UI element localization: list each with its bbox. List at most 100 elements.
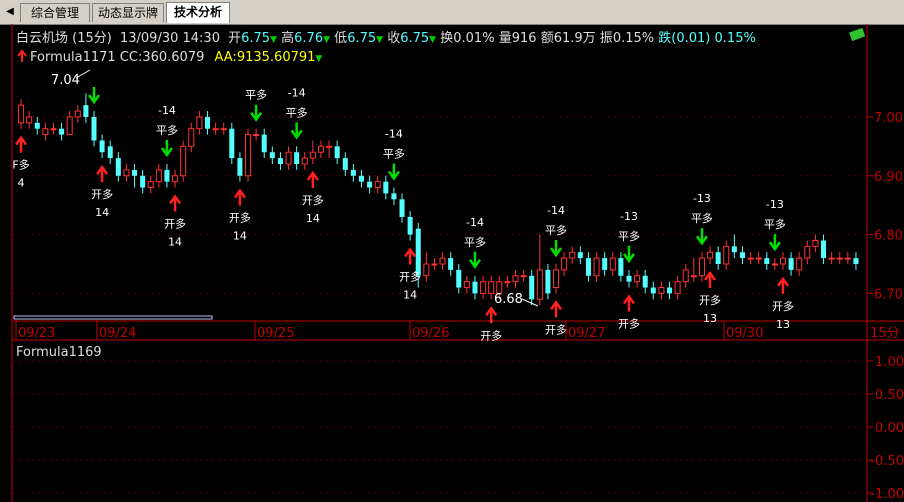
candle [609, 252, 616, 276]
candle [779, 252, 787, 270]
candle [674, 275, 681, 300]
date-label: 09/25 [257, 326, 294, 341]
datetime: 13/09/30 14:30 [120, 31, 220, 46]
candle [155, 164, 162, 188]
candle [196, 111, 203, 135]
candle [147, 175, 154, 194]
cc-label: CC: [120, 50, 143, 65]
buy-signal-label: 开多 [229, 211, 251, 225]
sell-signal [87, 87, 101, 105]
buy-signal: 开多 [480, 306, 502, 342]
buy-signal-label: 开多 [699, 293, 721, 307]
candle [301, 152, 308, 170]
candle [220, 122, 227, 135]
volume-label: 量 [499, 31, 512, 46]
buy-signal-label: 开多 [772, 299, 794, 313]
date-label: 09/24 [99, 326, 136, 341]
candle [488, 275, 495, 300]
low-label: 低 [334, 31, 347, 46]
lower-formula-name: Formula1169 [16, 345, 102, 360]
buy-signal: 开多 [618, 294, 640, 331]
tab-overview[interactable]: 综合管理 [20, 3, 90, 22]
lower-axis-label: -0.50 [870, 454, 904, 469]
candle [788, 252, 794, 276]
candle [456, 264, 462, 294]
candle [812, 234, 819, 253]
candle [529, 269, 535, 306]
sell-signal-value: -13 [766, 198, 784, 211]
buy-signal: 开多 13 [772, 276, 794, 331]
candle [771, 258, 778, 270]
candle [383, 175, 389, 200]
sell-arrow-icon [768, 234, 781, 252]
candle [74, 105, 81, 123]
sell-signal-value: -14 [466, 216, 484, 229]
sell-arrow-icon [695, 228, 708, 246]
candle [391, 187, 397, 206]
date-label: 09/26 [412, 326, 449, 341]
candle [277, 152, 283, 170]
candle [545, 264, 551, 300]
change-label: 跌 [658, 30, 671, 46]
candle [536, 234, 543, 306]
candle [212, 122, 219, 135]
open-value: 6.75 [241, 31, 270, 46]
tab-dynamic-board[interactable]: 动态显示牌 [92, 3, 164, 22]
sell-signal-label: 平多 [464, 235, 486, 249]
candle [764, 252, 770, 270]
candle [423, 252, 430, 282]
sell-signal-value: -14 [547, 204, 565, 217]
buy-signal-value: 4 [18, 177, 25, 190]
candle [682, 264, 689, 288]
sell-signal-label: 平多 [691, 211, 713, 225]
price-tick-label: 6.90 [874, 170, 903, 185]
candle [269, 146, 275, 164]
aa-label: AA: [215, 50, 237, 65]
candle [180, 140, 187, 182]
volume-value: 916 [512, 31, 537, 46]
horizontal-scrollbar[interactable] [13, 315, 213, 320]
candle [472, 275, 478, 300]
tab-technical-analysis[interactable]: 技术分析 [166, 2, 230, 23]
sell-arrow-icon [250, 104, 263, 122]
candle [836, 252, 843, 264]
candle [723, 240, 730, 270]
sell-signal: 平多 -14 [383, 128, 405, 181]
cc-value: 360.6079 [142, 50, 204, 65]
aa-value: 9135.60791 [237, 50, 316, 65]
left-triangle-icon[interactable]: ◀ [2, 3, 18, 21]
battery-icon[interactable] [849, 27, 866, 42]
candle [690, 258, 697, 282]
buy-signal-value: 14 [95, 206, 109, 219]
sell-arrow-icon [160, 140, 173, 158]
candle [602, 252, 608, 276]
formula-name: Formula1171 [30, 50, 116, 65]
candle [520, 269, 527, 282]
chart-frame [11, 24, 904, 502]
candle [123, 164, 130, 182]
sell-signal: 平多 -13 [764, 198, 786, 252]
candle [317, 140, 324, 159]
buy-signal-label: 开多 [302, 193, 324, 207]
candle [237, 152, 243, 182]
sell-signal: 平多 -14 [464, 216, 486, 269]
buy-signal-value: 13 [703, 312, 717, 325]
amplitude-label: 振 [600, 31, 613, 46]
buy-signal-label: 开多 [91, 187, 113, 201]
candle [18, 99, 25, 129]
buy-signal: F多 4 [12, 135, 30, 190]
candle [358, 169, 365, 188]
candle [407, 211, 413, 241]
candle [715, 246, 721, 270]
candle [577, 246, 583, 264]
candle [245, 128, 252, 182]
lower-axis-label: 0.50 [875, 388, 904, 403]
candle [634, 269, 641, 288]
svg-text:Formula1171 CC:360.6079: Formula1171 CC:360.6079 AA:9135.60791▼ [30, 50, 322, 65]
candle [667, 281, 673, 300]
buy-signal-value: 14 [233, 230, 247, 243]
period-axis-label: 15分 [870, 326, 900, 341]
candle [26, 111, 33, 129]
candle [739, 246, 745, 264]
kline-chart[interactable]: 白云机场 (15分) 13/09/30 14:30 开6.75▼ 高6.76▼ … [0, 24, 904, 502]
